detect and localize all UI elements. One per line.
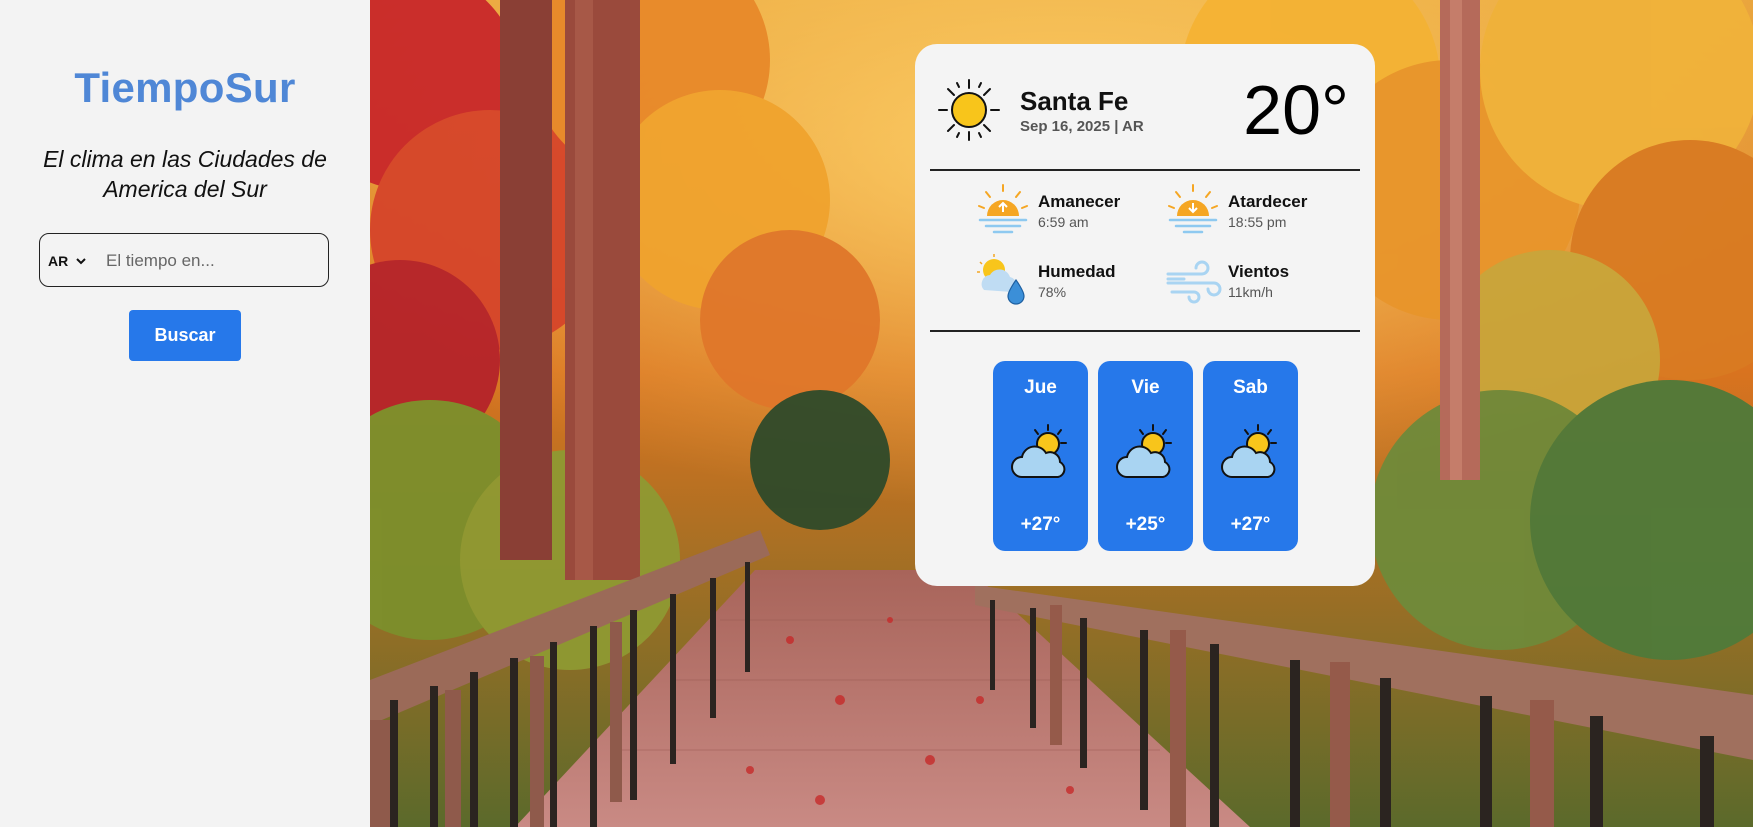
forecast-temp: +27° xyxy=(1230,514,1271,535)
sun-icon xyxy=(938,79,1000,141)
forecast-day: Jue xyxy=(1024,377,1057,398)
search-input[interactable] xyxy=(104,246,323,276)
stat-value: 11km/h xyxy=(1228,284,1273,300)
sunrise-icon xyxy=(978,184,1028,234)
stat-sunset: Atardecer 18:55 pm xyxy=(1164,182,1344,242)
weather-card: Santa Fe Sep 16, 2025 | AR 20° Amanecer … xyxy=(915,44,1375,586)
humidity-icon xyxy=(977,254,1025,305)
stat-label: Atardecer xyxy=(1228,192,1308,211)
partly-cloudy-icon xyxy=(1116,424,1172,478)
tagline: El clima en las Ciudades de America del … xyxy=(43,146,327,202)
country-select[interactable]: AR xyxy=(48,251,86,271)
stat-label: Humedad xyxy=(1038,262,1116,281)
wind-icon xyxy=(1166,260,1222,304)
chevron-down-icon xyxy=(76,258,86,265)
stat-value: 6:59 am xyxy=(1038,214,1089,230)
forecast-day: Sab xyxy=(1233,377,1268,398)
partly-cloudy-icon xyxy=(1011,424,1067,478)
stat-value: 18:55 pm xyxy=(1228,214,1287,230)
forecast-card: Vie +25° xyxy=(1098,361,1193,551)
forecast-card: Sab +27° xyxy=(1203,361,1298,551)
partly-cloudy-icon xyxy=(1221,424,1277,478)
forecast-temp: +27° xyxy=(1020,514,1061,535)
city-name: Santa Fe xyxy=(1020,86,1129,116)
sidebar: TiempoSur El clima en las Ciudades de Am… xyxy=(0,0,370,827)
stat-label: Amanecer xyxy=(1038,192,1121,211)
sunset-icon xyxy=(1168,184,1218,234)
current-date: Sep 16, 2025 | AR xyxy=(1020,118,1144,135)
stat-sunrise: Amanecer 6:59 am xyxy=(974,182,1154,242)
country-select-value: AR xyxy=(48,253,69,269)
stat-label: Vientos xyxy=(1228,262,1290,281)
divider xyxy=(930,169,1360,171)
forecast-day: Vie xyxy=(1131,377,1160,398)
brand-title: TiempoSur xyxy=(74,64,296,111)
divider xyxy=(930,330,1360,332)
search-button[interactable]: Buscar xyxy=(129,310,241,361)
forecast-temp: +25° xyxy=(1125,514,1166,535)
stat-wind: Vientos 11km/h xyxy=(1164,252,1344,312)
forecast-card: Jue +27° xyxy=(993,361,1088,551)
search-form: AR xyxy=(39,233,329,287)
stat-value: 78% xyxy=(1038,284,1067,300)
stat-humidity: Humedad 78% xyxy=(974,252,1154,312)
current-temperature: 20° xyxy=(1243,71,1349,149)
